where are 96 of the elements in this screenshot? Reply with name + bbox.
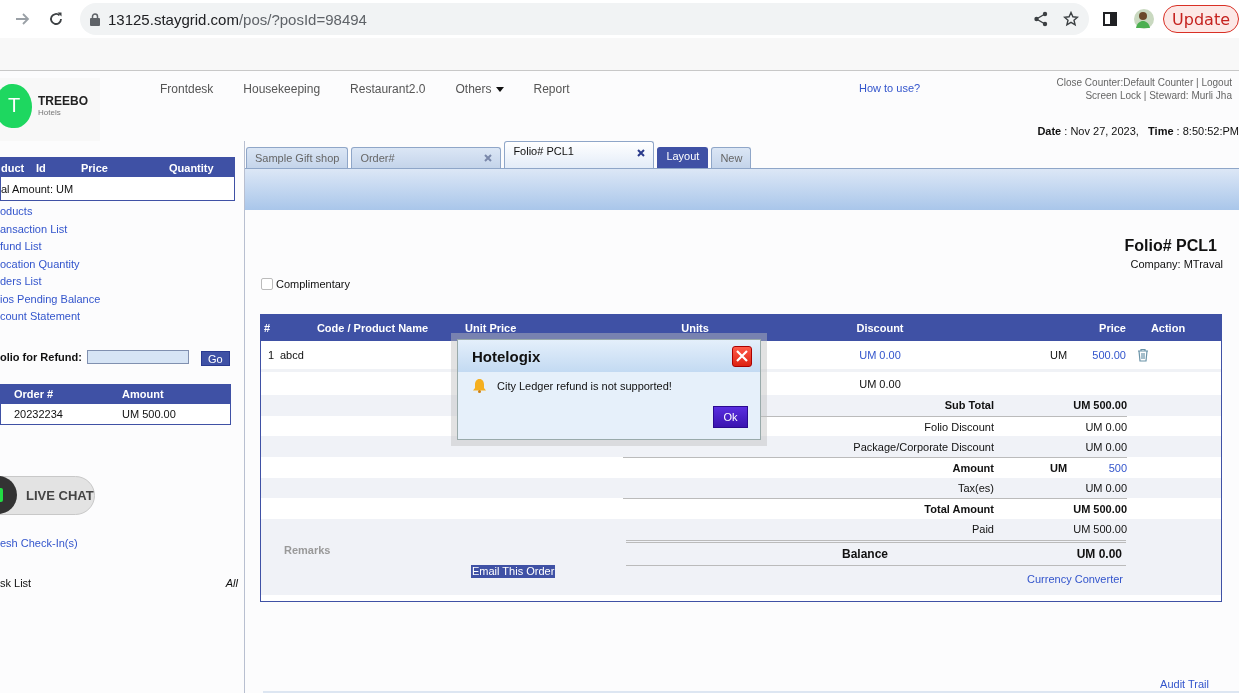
close-button[interactable] [732, 345, 752, 367]
nav-link[interactable]: Frontdesk [160, 82, 214, 96]
summary-value: UM 500.00 [1072, 399, 1127, 412]
folio-input-field[interactable] [86, 349, 189, 364]
logo-mark: T [0, 83, 32, 128]
reload-icon[interactable] [48, 11, 64, 27]
summary-value: UM 0.00 [1084, 440, 1127, 453]
company-text: Company: MTraval [1129, 258, 1224, 270]
sidebar-link[interactable]: ios Pending Balance [0, 290, 101, 308]
nav-link[interactable]: Housekeeping [243, 82, 321, 96]
summary-value: UM 500.00 [1072, 523, 1127, 536]
column-header: Discount [855, 322, 905, 334]
nav-link[interactable]: Report [533, 82, 570, 96]
sidebar-link[interactable]: ders List [0, 273, 42, 291]
folio-title: Folio# PCL1 [1123, 237, 1218, 255]
logo-subtitle: Hotels [38, 108, 62, 117]
layout-tab-button[interactable]: Layout [657, 147, 709, 168]
column-header: Quantity [169, 161, 215, 174]
sidebar-link[interactable]: fund List [0, 238, 42, 256]
tab[interactable]: Order# [351, 147, 502, 168]
summary-label: Amount [951, 461, 994, 474]
summary-value: UM 0.00 [1084, 482, 1127, 495]
complimentary-checkbox[interactable] [261, 278, 273, 290]
go-button[interactable]: Go [200, 351, 230, 366]
close-icon[interactable] [637, 149, 646, 157]
summary-value: UM 0.00 [1084, 420, 1127, 433]
table-cell-text: 20232234 [14, 407, 64, 420]
currency-text: UM [1050, 349, 1068, 361]
sidebar-link[interactable]: oducts [0, 203, 33, 221]
summary-label: Sub Total [943, 399, 994, 412]
dialog-title: Hotelogix [472, 347, 541, 365]
summary-label: Total Amount [923, 503, 994, 516]
column-header: Id [36, 161, 47, 174]
lock-icon [90, 12, 100, 26]
user-info-text: Close Counter:Default Counter | Logout [1056, 76, 1232, 89]
column-header: Amount [122, 388, 165, 400]
summary-value: UM 500.00 [1072, 503, 1127, 516]
nav-dropdown[interactable]: Others [455, 82, 504, 96]
summary-label: Paid [970, 523, 994, 536]
dialog-message: City Ledger refund is not supported! [497, 379, 672, 392]
column-header: # [263, 322, 272, 334]
bell-icon [472, 378, 487, 393]
column-header: duct [1, 161, 26, 174]
sidebar-link[interactable]: count Statement [0, 308, 81, 326]
trash-icon[interactable] [1137, 348, 1149, 362]
column-header: Price [1098, 322, 1127, 334]
avatar-icon[interactable] [1133, 8, 1156, 30]
task-list-label: sk List [0, 576, 32, 589]
table-cell-text: 1 [267, 349, 276, 361]
column-header: Unit Price [465, 322, 518, 334]
refund-label: olio for Refund: [0, 350, 82, 363]
tab[interactable]: Folio# PCL1 [504, 141, 655, 168]
close-icon [736, 350, 748, 362]
table-cell-text: UM 500.00 [122, 407, 177, 420]
address-bar-url[interactable]: 13125.staygrid.com/pos/?posId=98494 [108, 10, 367, 28]
user-info-text: Screen Lock | Steward: Murli Jha [1085, 89, 1232, 102]
ok-button[interactable]: Ok [713, 406, 748, 428]
amount-link[interactable]: 500 [1108, 461, 1127, 474]
currency-converter-link[interactable]: Currency Converter [1027, 572, 1123, 585]
nav-link[interactable]: Restaurant2.0 [350, 82, 426, 96]
column-header: Code / Product Name [315, 322, 430, 334]
column-header: Price [81, 161, 109, 174]
sidebar-link[interactable]: ansaction List [0, 220, 68, 238]
date-time-text: Date : Nov 27, 2023, Time : 8:50:52:PM [1036, 125, 1239, 139]
column-header: Order # [14, 388, 55, 400]
discount-link[interactable]: UM 0.00 [859, 349, 901, 361]
share-icon[interactable] [1033, 11, 1050, 27]
check-ins-link[interactable]: esh Check-In(s) [0, 536, 78, 549]
logo-name: TREEBO [38, 94, 88, 108]
email-order-button[interactable]: Email This Order [471, 564, 556, 578]
audit-trail-link[interactable]: Audit Trail [1160, 678, 1209, 690]
total-amount-text: al Amount: UM [1, 182, 74, 195]
price-link[interactable]: 500.00 [1092, 349, 1126, 361]
table-cell: UM 0.00 [859, 377, 901, 390]
help-link[interactable]: How to use? [859, 82, 1057, 94]
summary-label: Package/Corporate Discount [852, 440, 994, 453]
tab[interactable]: Sample Gift shop [246, 147, 349, 168]
side-panel-icon[interactable] [1103, 12, 1118, 26]
update-button[interactable]: Update [1163, 5, 1239, 33]
back-arrow-icon[interactable] [14, 11, 30, 27]
complimentary-label: Complimentary [276, 278, 350, 290]
currency-text: UM [1050, 461, 1068, 474]
task-filter-text: All [225, 576, 238, 589]
balance-label: Balance [840, 546, 889, 561]
live-chat-button[interactable]: LIVE CHAT [0, 475, 95, 515]
summary-label: Tax(es) [956, 482, 994, 495]
summary-label: Folio Discount [923, 420, 994, 433]
caret-icon [495, 86, 504, 92]
balance-value: UM 0.00 [1075, 546, 1123, 561]
sidebar-link[interactable]: ocation Quantity [0, 255, 80, 273]
column-header: Units [680, 322, 710, 334]
remarks-label: Remarks [283, 542, 332, 556]
table-cell-text: abcd [280, 349, 305, 361]
column-header: Action [1149, 322, 1187, 334]
star-icon[interactable] [1063, 11, 1080, 27]
tab[interactable]: New [711, 147, 752, 168]
